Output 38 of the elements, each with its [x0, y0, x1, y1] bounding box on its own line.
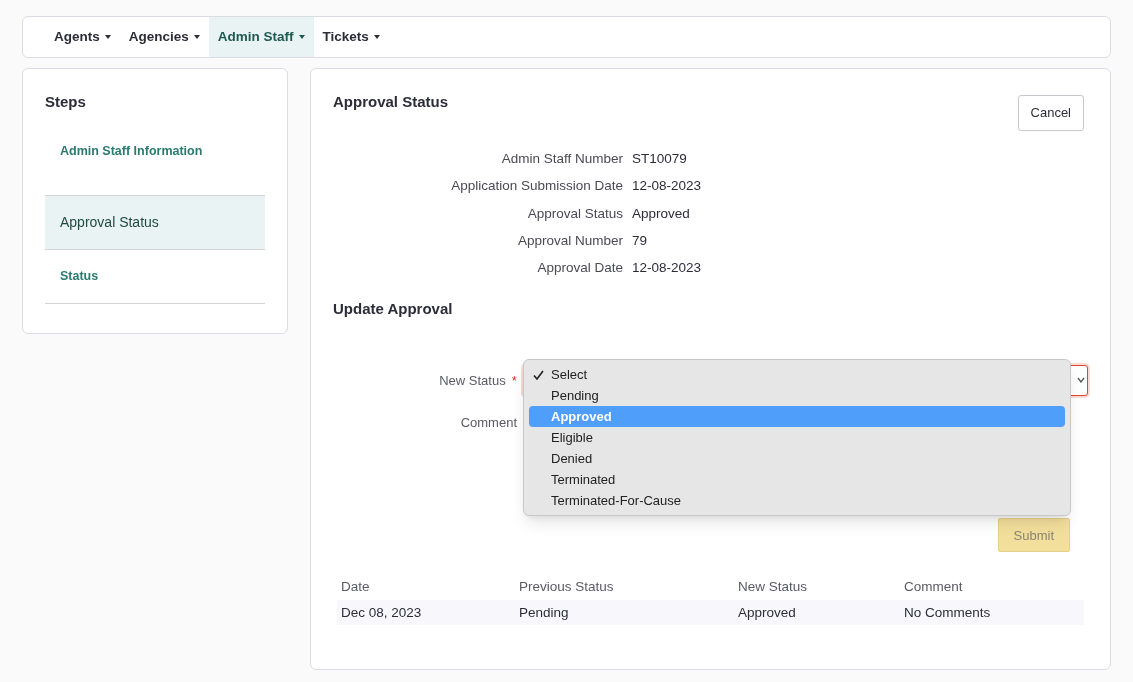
detail-value: 79	[632, 231, 648, 250]
column-header: Comment	[903, 578, 964, 597]
table-cell-text: No Comments	[903, 603, 992, 622]
detail-value: Approved	[632, 204, 690, 223]
step-item[interactable]: Approval Status	[45, 195, 265, 250]
nav-tab[interactable]: Tickets	[313, 17, 389, 57]
detail-label: Approval Date	[536, 259, 623, 277]
dropdown-option[interactable]: Pending	[529, 385, 1065, 406]
field-label: New Status	[439, 371, 506, 390]
field-label: Comment	[460, 413, 517, 432]
table-cell-text: Pending	[518, 603, 570, 622]
nav-tab[interactable]: Agencies	[119, 17, 209, 57]
dropdown-option[interactable]: Select	[529, 364, 1065, 385]
dropdown-option[interactable]: Eligible	[529, 427, 1065, 448]
detail-label: Approval Number	[516, 231, 623, 250]
detail-label: Approval Status	[526, 204, 623, 223]
dropdown-option[interactable]: Denied	[529, 448, 1065, 469]
detail-value: 12-08-2023	[632, 177, 702, 196]
dropdown-option[interactable]: Terminated	[529, 469, 1065, 490]
detail-value: ST10079	[632, 150, 687, 168]
step-item[interactable]: Status	[45, 249, 265, 304]
dropdown-option[interactable]: Terminated-For-Cause	[529, 490, 1065, 511]
nav-tab[interactable]: Agents	[45, 17, 120, 57]
column-header: Previous Status	[518, 578, 615, 597]
column-header: New Status	[737, 578, 809, 597]
table-cell-text: Approved	[737, 603, 797, 622]
section-title: Approval Status	[333, 92, 449, 112]
steps-title: Steps	[45, 92, 87, 112]
section-title: Update Approval	[333, 299, 454, 320]
required-mark: *	[511, 371, 517, 390]
nav-tab[interactable]: Admin Staff	[208, 17, 314, 57]
detail-value: 12-08-2023	[632, 259, 702, 277]
column-header: Date	[340, 578, 371, 597]
table-cell-text: Dec 08, 2023	[340, 603, 423, 622]
detail-label: Application Submission Date	[450, 177, 623, 196]
step-item[interactable]: Admin Staff Information	[45, 141, 265, 196]
cancel-button[interactable]: Cancel	[1017, 95, 1084, 131]
detail-label: Admin Staff Number	[500, 150, 623, 168]
